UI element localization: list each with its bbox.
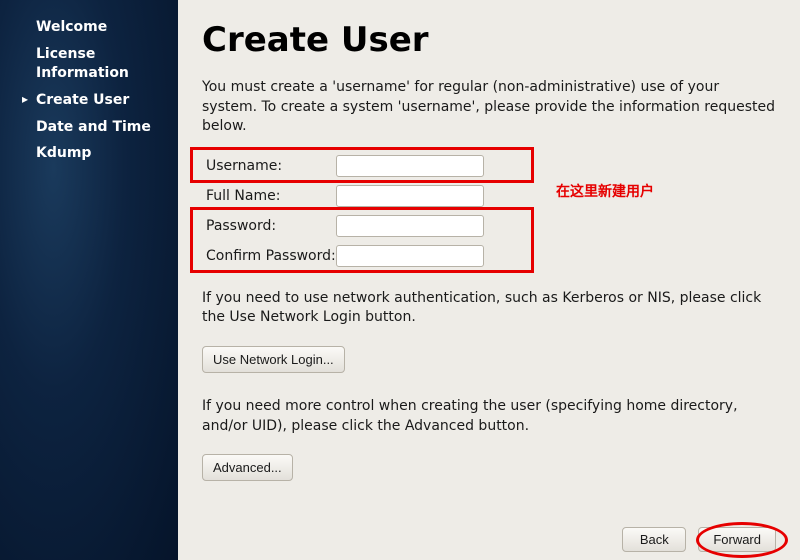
row-confirm: Confirm Password: bbox=[202, 241, 776, 271]
sidebar-item-label: Date and Time bbox=[36, 119, 151, 135]
advanced-text: If you need more control when creating t… bbox=[202, 397, 776, 436]
username-label: Username: bbox=[202, 158, 336, 174]
fullname-label: Full Name: bbox=[202, 188, 336, 204]
network-auth-text: If you need to use network authenticatio… bbox=[202, 289, 776, 328]
form-area: 在这里新建用户 Username: Full Name: Password: C… bbox=[202, 151, 776, 271]
footer-buttons: Back Forward bbox=[622, 527, 776, 552]
annotation-text: 在这里新建用户 bbox=[556, 181, 654, 201]
main-panel: Create User You must create a 'username'… bbox=[178, 0, 800, 560]
sidebar: Welcome License Information Create User … bbox=[0, 0, 178, 560]
sidebar-item-date-time[interactable]: Date and Time bbox=[36, 114, 178, 141]
sidebar-item-welcome[interactable]: Welcome bbox=[36, 14, 178, 41]
row-password: Password: bbox=[202, 211, 776, 241]
page-title: Create User bbox=[202, 20, 776, 60]
sidebar-item-label: License Information bbox=[36, 46, 129, 81]
fullname-input[interactable] bbox=[336, 185, 484, 207]
sidebar-item-create-user[interactable]: Create User bbox=[36, 87, 178, 114]
password-input[interactable] bbox=[336, 215, 484, 237]
sidebar-item-label: Welcome bbox=[36, 19, 107, 35]
advanced-button[interactable]: Advanced... bbox=[202, 454, 293, 481]
forward-button[interactable]: Forward bbox=[698, 527, 776, 552]
use-network-login-button[interactable]: Use Network Login... bbox=[202, 346, 345, 373]
intro-text: You must create a 'username' for regular… bbox=[202, 78, 776, 137]
sidebar-item-label: Kdump bbox=[36, 145, 91, 161]
username-input[interactable] bbox=[336, 155, 484, 177]
sidebar-item-label: Create User bbox=[36, 92, 129, 108]
sidebar-item-license[interactable]: License Information bbox=[36, 41, 178, 87]
confirm-password-input[interactable] bbox=[336, 245, 484, 267]
back-button[interactable]: Back bbox=[622, 527, 686, 552]
password-label: Password: bbox=[202, 218, 336, 234]
sidebar-item-kdump[interactable]: Kdump bbox=[36, 140, 178, 167]
row-fullname: Full Name: bbox=[202, 181, 776, 211]
confirm-password-label: Confirm Password: bbox=[202, 248, 336, 264]
row-username: Username: bbox=[202, 151, 776, 181]
